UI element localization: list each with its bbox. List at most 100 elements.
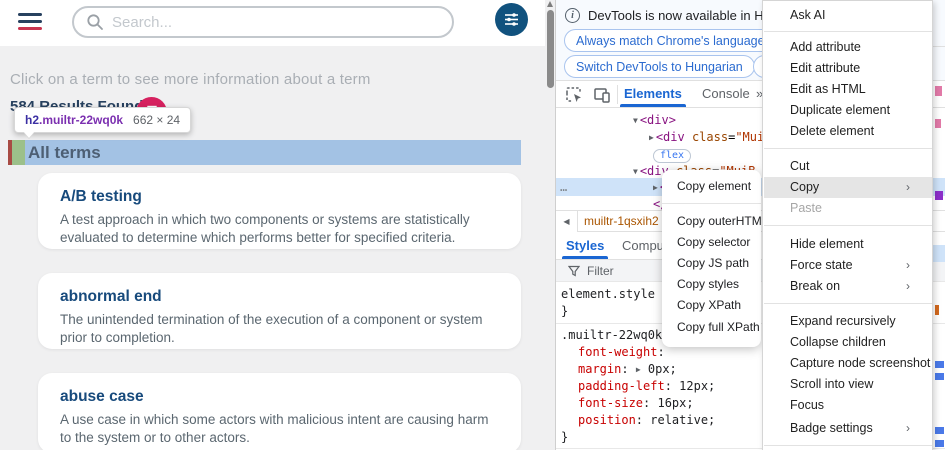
menu-divider xyxy=(764,31,932,32)
section-header-label: All terms xyxy=(28,143,101,163)
term-title: abnormal end xyxy=(60,288,499,306)
hamburger-menu-icon[interactable] xyxy=(18,12,42,32)
menu-item-delete-element[interactable]: Delete element xyxy=(764,121,932,142)
menu-item-copy[interactable]: Copy› xyxy=(764,177,932,198)
overflow-ellipsis[interactable]: … xyxy=(560,178,568,196)
occluded-content-fragment xyxy=(935,427,944,434)
toolbar-divider xyxy=(617,85,618,104)
menu-divider xyxy=(764,445,932,446)
tab-elements[interactable]: Elements xyxy=(624,81,682,107)
menu-item-badge-settings[interactable]: Badge settings› xyxy=(764,418,932,439)
tooltip-class: .muiltr-22wq0k xyxy=(39,113,123,127)
term-card-ab-testing[interactable]: A/B testing A test approach in which two… xyxy=(38,173,521,249)
glossary-app: Click on a term to see more information … xyxy=(0,0,545,450)
flex-badge[interactable]: flex xyxy=(653,149,691,163)
device-toolbar-icon[interactable] xyxy=(593,86,611,104)
tooltip-size: 662 × 24 xyxy=(133,113,180,127)
menu-item-force-state[interactable]: Force state› xyxy=(764,255,932,276)
css-declaration[interactable]: font-weight: xyxy=(578,344,665,361)
menu-item-focus[interactable]: Focus xyxy=(764,395,932,416)
css-declaration[interactable]: font-size: 16px; xyxy=(578,395,694,412)
menu-item-collapse-children[interactable]: Collapse children xyxy=(764,332,932,353)
term-card-abnormal-end[interactable]: abnormal end The unintended termination … xyxy=(38,273,521,349)
term-title: A/B testing xyxy=(60,188,499,206)
tab-computed[interactable]: Comput xyxy=(622,232,668,259)
info-icon: i xyxy=(565,8,580,23)
scrollbar-up-arrow[interactable] xyxy=(547,1,553,7)
css-rule-selector[interactable]: .muiltr-22wq0k { xyxy=(561,327,677,344)
inspect-content-overlay: All terms xyxy=(25,140,521,165)
search-input[interactable] xyxy=(112,14,412,31)
menu-item-copy-xpath[interactable]: Copy XPath xyxy=(662,295,761,315)
twisty-closed-icon[interactable]: ▶ xyxy=(653,183,658,192)
term-definition: A use case in which some actors with mal… xyxy=(60,411,499,447)
term-definition: The unintended termination of the execut… xyxy=(60,311,499,347)
twisty-open-icon[interactable]: ▼ xyxy=(633,167,638,176)
occluded-content-fragment xyxy=(935,440,944,447)
search-bar[interactable] xyxy=(72,6,454,38)
search-icon xyxy=(86,13,104,31)
menu-item-cut[interactable]: Cut xyxy=(764,156,932,177)
scrollbar-thumb[interactable] xyxy=(547,10,554,88)
breadcrumb-back-icon[interactable]: ◀ xyxy=(556,211,578,232)
screen: Click on a term to see more information … xyxy=(0,0,945,450)
menu-divider xyxy=(764,303,932,304)
tab-styles[interactable]: Styles xyxy=(566,232,604,259)
css-declaration[interactable]: padding-left: 12px; xyxy=(578,378,715,395)
menu-item-edit-as-html[interactable]: Edit as HTML xyxy=(764,79,932,100)
term-card-abuse-case[interactable]: abuse case A use case in which some acto… xyxy=(38,373,521,450)
tab-console[interactable]: Console xyxy=(702,81,750,107)
occluded-content-fragment xyxy=(935,86,942,96)
menu-item-capture-node-screenshot[interactable]: Capture node screenshot xyxy=(764,353,932,374)
menu-item-copy-js-path[interactable]: Copy JS path xyxy=(662,253,761,273)
submenu-arrow-icon: › xyxy=(906,177,910,198)
submenu-arrow-icon: › xyxy=(906,255,910,276)
page-scrollbar[interactable] xyxy=(545,0,555,450)
css-rule-element-style[interactable]: element.style { xyxy=(561,286,669,303)
menu-item-copy-styles[interactable]: Copy styles xyxy=(662,274,761,294)
menu-item-copy-element[interactable]: Copy element xyxy=(662,176,761,196)
menu-item-expand-recursively[interactable]: Expand recursively xyxy=(764,311,932,332)
element-context-menu: Ask AI Add attribute Edit attribute Edit… xyxy=(762,0,933,450)
occluded-content-fragment xyxy=(935,119,941,128)
submenu-arrow-icon: › xyxy=(906,418,910,439)
filter-button[interactable] xyxy=(495,3,528,36)
occluded-content-fragment xyxy=(935,305,939,315)
menu-item-duplicate-element[interactable]: Duplicate element xyxy=(764,100,932,121)
menu-item-edit-attribute[interactable]: Edit attribute xyxy=(764,58,932,79)
twisty-open-icon[interactable]: ▼ xyxy=(633,116,638,125)
hint-text: Click on a term to see more information … xyxy=(10,71,371,88)
term-title: abuse case xyxy=(60,388,499,406)
menu-item-break-on[interactable]: Break on› xyxy=(764,276,932,297)
filter-funnel-icon xyxy=(568,265,580,277)
inspect-padding-stripe xyxy=(12,140,25,165)
occluded-content-fragment xyxy=(935,361,944,368)
menu-item-hide-element[interactable]: Hide element xyxy=(764,234,932,255)
css-declaration[interactable]: margin: ▶ 0px; xyxy=(578,361,677,378)
twisty-closed-icon[interactable]: ▶ xyxy=(636,365,641,374)
menu-item-copy-outerhtml[interactable]: Copy outerHTML xyxy=(662,211,761,231)
menu-item-add-attribute[interactable]: Add attribute xyxy=(764,37,932,58)
menu-item-copy-full-xpath[interactable]: Copy full XPath xyxy=(662,317,761,337)
menu-divider xyxy=(764,225,932,226)
occluded-content-fragment xyxy=(935,191,943,200)
sliders-icon xyxy=(503,11,520,28)
twisty-closed-icon[interactable]: ▶ xyxy=(649,133,654,142)
copy-submenu: Copy element Copy outerHTML Copy selecto… xyxy=(662,170,761,347)
menu-item-paste[interactable]: Paste xyxy=(764,198,932,219)
switch-to-hungarian-button[interactable]: Switch DevTools to Hungarian xyxy=(564,55,755,78)
menu-divider xyxy=(662,203,761,204)
inspect-element-icon[interactable] xyxy=(565,86,583,104)
css-declaration[interactable]: position: relative; xyxy=(578,412,715,429)
occluded-content-fragment xyxy=(933,245,945,262)
menu-item-ask-ai[interactable]: Ask AI xyxy=(764,5,932,26)
breadcrumb-item[interactable]: muiltr-1qsxih2 xyxy=(584,211,659,232)
inspect-tooltip: h2.muiltr-22wq0k 662 × 24 xyxy=(14,107,191,133)
menu-divider xyxy=(764,148,932,149)
menu-item-scroll-into-view[interactable]: Scroll into view xyxy=(764,374,932,395)
section-header-highlighted: All terms xyxy=(8,140,521,165)
tooltip-tag: h2 xyxy=(25,113,39,127)
menu-item-copy-selector[interactable]: Copy selector xyxy=(662,232,761,252)
app-header xyxy=(0,0,545,46)
match-chrome-language-button[interactable]: Always match Chrome's language xyxy=(564,29,777,52)
